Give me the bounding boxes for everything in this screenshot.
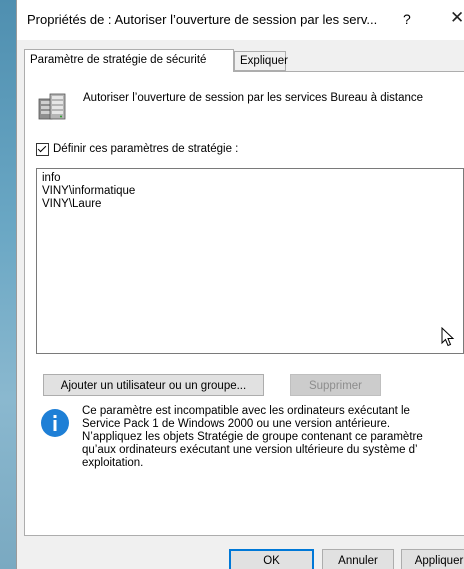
add-user-or-group-button[interactable]: Ajouter un utilisateur ou un groupe... <box>43 374 264 396</box>
desktop-background <box>0 0 16 569</box>
ok-button[interactable]: OK <box>229 549 314 569</box>
define-policy-checkbox-row[interactable]: Définir ces paramètres de stratégie : <box>36 141 238 157</box>
policy-title: Autoriser l’ouverture de session par les… <box>83 92 424 104</box>
tab-explain[interactable]: Expliquer <box>234 51 288 71</box>
properties-dialog: Propriétés de : Autoriser l’ouverture de… <box>16 0 464 569</box>
server-policy-icon <box>38 93 66 120</box>
close-icon[interactable]: ✕ <box>450 8 464 28</box>
title-bar[interactable]: Propriétés de : Autoriser l’ouverture de… <box>17 0 464 40</box>
help-button[interactable]: ? <box>403 11 411 27</box>
tab-security-setting[interactable]: Paramètre de stratégie de sécurité <box>24 49 234 72</box>
apply-button[interactable]: Appliquer <box>401 549 464 569</box>
members-listbox[interactable]: info VINY\informatique VINY\Laure <box>36 168 464 354</box>
define-policy-label: Définir ces paramètres de stratégie : <box>53 143 239 155</box>
mouse-cursor-icon <box>441 327 455 347</box>
cancel-button[interactable]: Annuler <box>322 549 394 569</box>
remove-button[interactable]: Supprimer <box>290 374 381 396</box>
info-message: Ce paramètre est incompatible avec les o… <box>82 405 423 469</box>
list-item[interactable]: VINY\informatique <box>42 185 458 198</box>
define-policy-checkbox[interactable] <box>36 142 49 156</box>
tab-panel: Autoriser l’ouverture de session par les… <box>24 71 464 536</box>
list-item[interactable]: info <box>42 172 458 185</box>
info-icon <box>41 409 69 437</box>
list-item[interactable]: VINY\Laure <box>42 198 458 211</box>
window-title: Propriétés de : Autoriser l’ouverture de… <box>27 12 378 27</box>
